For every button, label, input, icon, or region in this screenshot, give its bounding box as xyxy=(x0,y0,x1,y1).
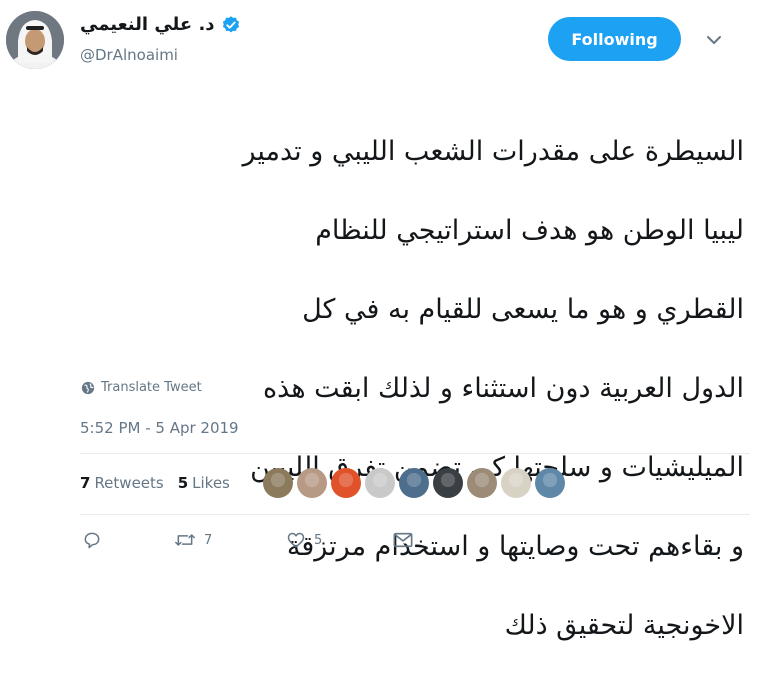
avatar[interactable] xyxy=(6,11,64,69)
like-count: 5 xyxy=(314,532,323,548)
divider xyxy=(80,514,750,515)
translate-tweet-label[interactable]: Translate Tweet xyxy=(101,380,202,395)
globe-icon xyxy=(81,381,95,394)
liker-avatar[interactable] xyxy=(399,468,429,498)
liker-avatar[interactable] xyxy=(297,468,327,498)
tweet-stats: 7 Retweets 5 Likes xyxy=(80,474,230,492)
liker-avatar[interactable] xyxy=(331,468,361,498)
retweets-label: Retweets xyxy=(94,474,164,492)
tweet-timestamp[interactable]: 5:52 PM - 5 Apr 2019 xyxy=(80,419,239,437)
translate-tweet-link[interactable]: Translate Tweet xyxy=(81,380,202,395)
avatar-photo xyxy=(6,11,64,69)
liker-avatar[interactable] xyxy=(433,468,463,498)
verified-badge-icon xyxy=(222,15,239,32)
chevron-down-icon[interactable] xyxy=(702,28,726,52)
reply-icon xyxy=(84,532,100,549)
retweets-stat[interactable]: 7 Retweets xyxy=(80,474,164,492)
tweet-text-line: السيطرة على مقدرات الشعب الليبي و تدمير xyxy=(242,135,744,167)
author-display-name[interactable]: د. علي النعيمي xyxy=(80,14,215,35)
tweet-action-bar: 7 5 xyxy=(82,530,422,550)
retweet-icon xyxy=(175,534,195,546)
retweet-count: 7 xyxy=(204,532,213,548)
retweets-count: 7 xyxy=(80,474,91,492)
like-button[interactable]: 5 xyxy=(286,530,392,550)
heart-icon xyxy=(287,532,305,548)
liker-avatars xyxy=(263,468,565,498)
liker-avatar[interactable] xyxy=(467,468,497,498)
author-handle[interactable]: @DrAlnoaimi xyxy=(80,46,178,64)
likes-count: 5 xyxy=(177,474,189,492)
likes-stat[interactable]: 5 Likes xyxy=(178,474,230,492)
following-button[interactable]: Following xyxy=(548,17,681,61)
liker-avatar[interactable] xyxy=(501,468,531,498)
liker-avatar[interactable] xyxy=(365,468,395,498)
direct-message-button[interactable] xyxy=(392,530,422,550)
retweet-button[interactable]: 7 xyxy=(174,530,286,550)
liker-avatar[interactable] xyxy=(535,468,565,498)
tweet-text-line: ليبيا الوطن هو هدف استراتيجي للنظام xyxy=(315,214,744,246)
tweet-text-line: الاخونجية لتحقيق ذلك xyxy=(504,609,744,641)
reply-button[interactable] xyxy=(82,530,174,550)
liker-avatar[interactable] xyxy=(263,468,293,498)
divider xyxy=(80,453,750,454)
tweet-text-line: القطري و هو ما يسعى للقيام به في كل xyxy=(302,293,744,325)
mail-icon xyxy=(393,532,413,548)
author-name-row[interactable]: د. علي النعيمي xyxy=(80,14,241,35)
likes-label: Likes xyxy=(192,474,230,492)
